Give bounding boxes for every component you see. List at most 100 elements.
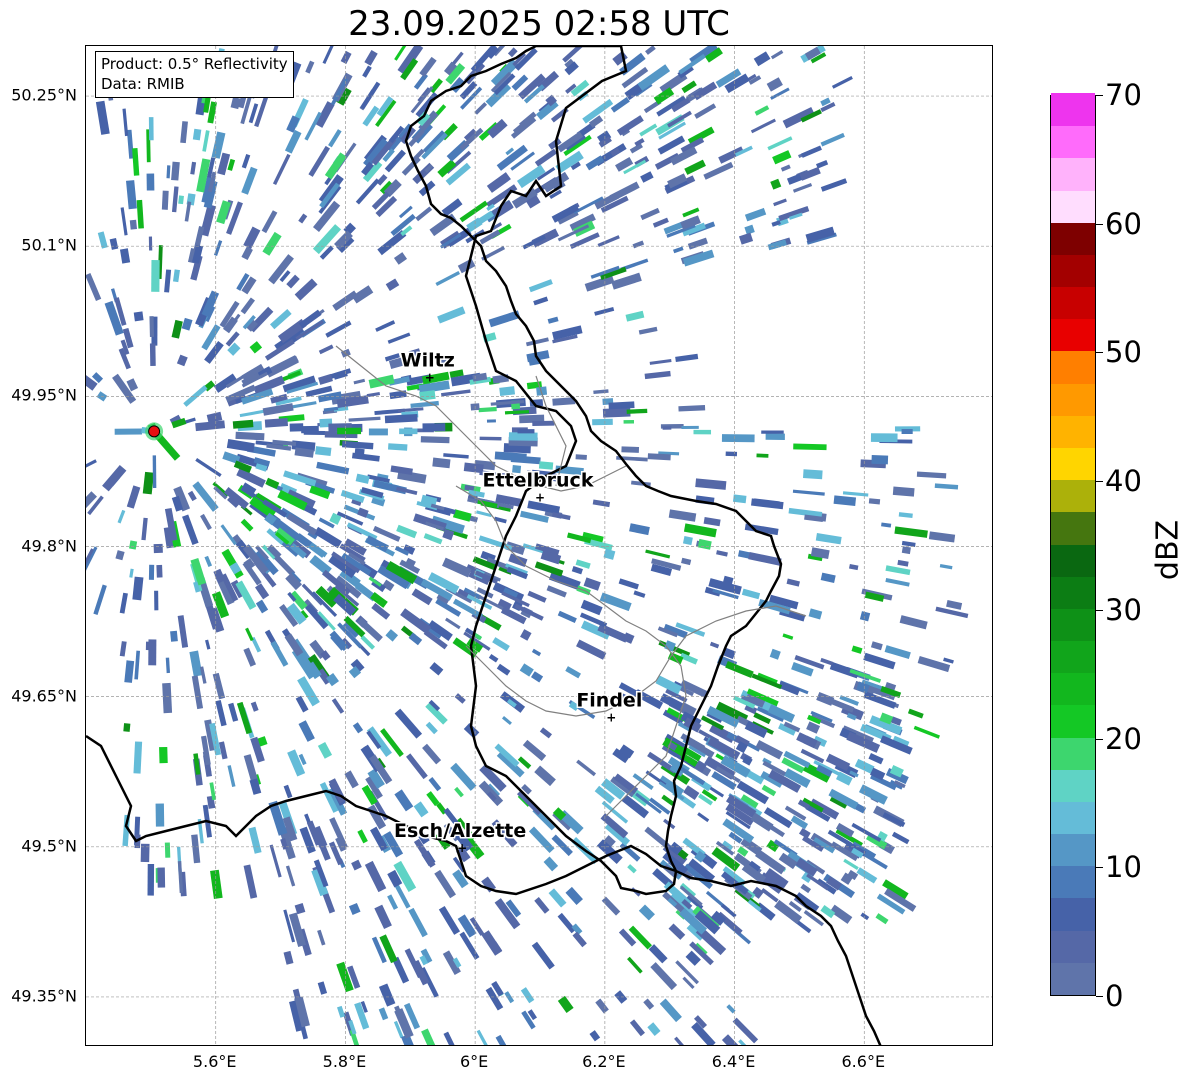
radar-echo (119, 592, 128, 614)
radar-site-icon (148, 425, 161, 438)
colorbar-segment (1051, 447, 1095, 481)
colorbar-segment (1051, 833, 1095, 867)
radar-echo (697, 812, 710, 823)
map-title: 23.09.2025 02:58 UTC (348, 4, 730, 44)
radar-echo (149, 343, 156, 366)
radar-echo (599, 592, 632, 612)
radar-echo (534, 148, 558, 167)
radar-echo (808, 608, 823, 620)
radar-echo (725, 661, 754, 679)
radar-echo (195, 457, 222, 478)
radar-echo (695, 478, 727, 490)
lon-tick-label: 6.4°E (711, 1052, 756, 1071)
radar-echo (716, 550, 728, 557)
radar-echo (353, 378, 366, 385)
radar-echo (492, 637, 510, 652)
radar-echo (114, 428, 143, 435)
radar-echo (408, 907, 428, 938)
radar-echo (109, 238, 119, 250)
radar-echo (935, 606, 969, 619)
radar-echo (875, 913, 889, 925)
radar-echo (419, 56, 437, 77)
radar-echo (348, 902, 361, 915)
radar-echo (516, 789, 543, 816)
radar-echo (171, 319, 183, 339)
radar-echo (643, 998, 655, 1010)
colorbar-tick-label: 70 (1105, 78, 1142, 112)
radar-site-marker (145, 422, 164, 441)
radar-echo (858, 784, 888, 805)
lat-tick-label: 50.25°N (11, 85, 77, 105)
radar-echo (204, 555, 213, 567)
radar-echo (354, 1002, 370, 1030)
colorbar-tick-label: 40 (1105, 464, 1142, 499)
radar-echo (305, 603, 329, 630)
radar-echo (384, 414, 418, 424)
lat-tick-label: 49.5°N (21, 836, 77, 856)
radar-echo (454, 693, 466, 704)
radar-echo (122, 108, 129, 137)
radar-echo (611, 272, 642, 290)
city-label: Findel (576, 690, 642, 712)
radar-echo (767, 239, 787, 251)
colorbar-segment (1051, 865, 1095, 899)
radar-echo (190, 161, 197, 175)
radar-echo (897, 559, 909, 567)
radar-echo (133, 311, 144, 322)
radar-echo (357, 829, 368, 844)
radar-echo (182, 514, 199, 546)
radar-echo (538, 461, 554, 470)
radar-echo (337, 1005, 346, 1018)
radar-echo (184, 201, 192, 222)
radar-echo (348, 416, 381, 422)
city-label: Ettelbruck (483, 469, 594, 491)
radar-echo (816, 691, 835, 706)
colorbar-segment (1051, 930, 1095, 963)
radar-echo (533, 296, 549, 306)
colorbar-segment (1051, 157, 1095, 191)
colorbar-segment (1051, 383, 1095, 416)
radar-echo (328, 129, 342, 148)
radar-echo (770, 50, 784, 60)
colorbar (1050, 93, 1096, 996)
radar-echo (421, 132, 448, 160)
radar-echo (141, 517, 148, 541)
radar-echo (438, 905, 461, 935)
radar-echo (718, 146, 745, 164)
colorbar-segment (1051, 415, 1095, 448)
radar-echo (597, 235, 620, 248)
radar-echo (519, 510, 549, 523)
radar-echo (792, 489, 825, 496)
radar-echo (520, 987, 535, 1004)
radar-echo (738, 232, 754, 245)
radar-echo (829, 661, 860, 679)
radar-echo (481, 930, 503, 956)
radar-echo (270, 640, 289, 667)
radar-echo (317, 929, 326, 946)
radar-map-canvas: +Wiltz+Ettelbruck+Findel+Esch/Alzette (86, 46, 992, 1045)
colorbar-tick-label: 50 (1105, 335, 1142, 370)
colorbar-tick-label: 20 (1105, 721, 1142, 756)
radar-echo (220, 524, 237, 546)
radar-echo (478, 406, 497, 413)
radar-echo (262, 231, 282, 256)
city-plus-icon: + (535, 490, 545, 504)
radar-echo (703, 161, 734, 180)
data-source-label: Data: RMIB (101, 75, 185, 93)
radar-echo (594, 306, 615, 316)
radar-echo (387, 332, 411, 344)
radar-echo (152, 455, 157, 489)
radar-echo (773, 198, 787, 207)
radar-echo (362, 65, 372, 78)
radar-echo (678, 405, 706, 412)
colorbar-segment (1051, 479, 1095, 513)
colorbar-segment (1051, 318, 1095, 352)
radar-echo (499, 386, 516, 397)
radar-echo (780, 164, 791, 172)
radar-echo (744, 207, 767, 222)
radar-echo (423, 533, 443, 545)
lon-tick-label: 6.6°E (841, 1052, 886, 1071)
radar-echo (235, 431, 265, 441)
radar-echo (627, 956, 643, 974)
radar-echo (317, 981, 328, 995)
